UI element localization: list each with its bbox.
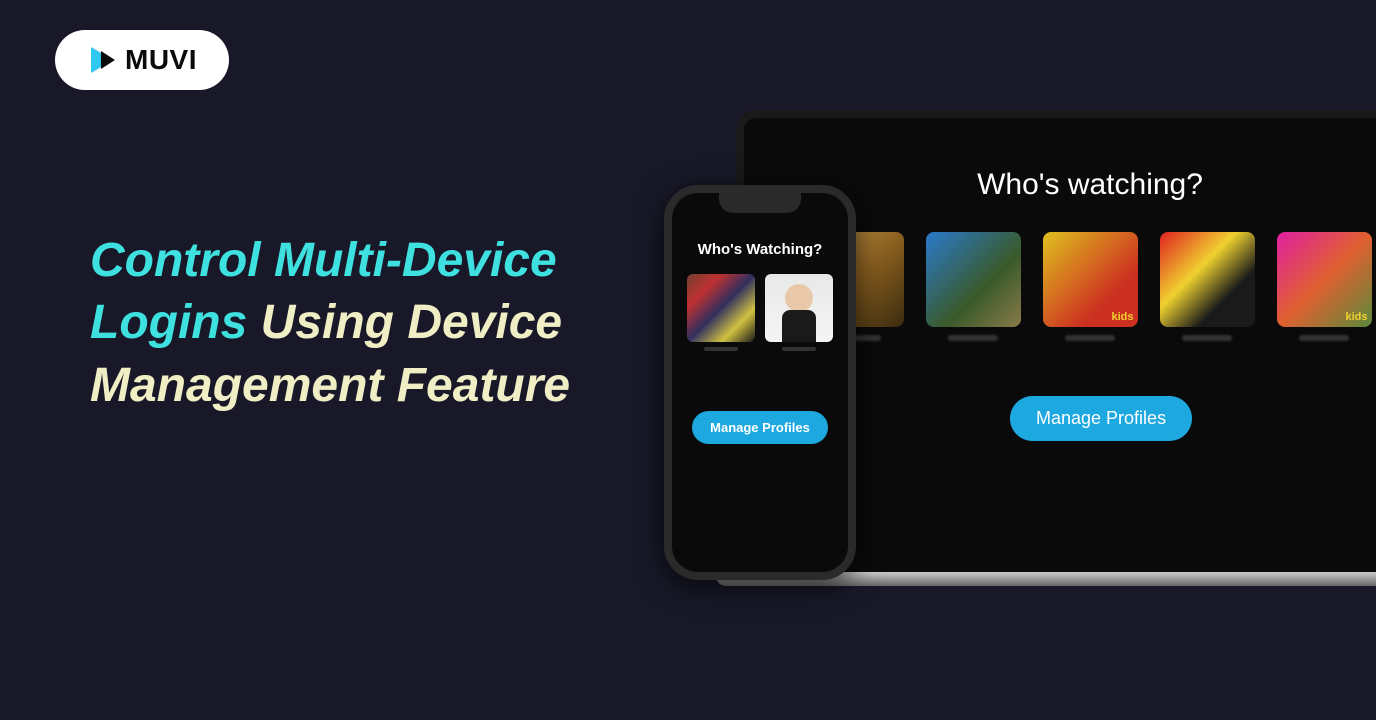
profile-name-placeholder	[1182, 335, 1232, 341]
profile-item[interactable]	[765, 274, 833, 351]
phone-screen: Who's Watching? Manage Profiles	[672, 193, 848, 460]
figure-head	[785, 284, 813, 312]
profile-avatar-characters	[687, 274, 755, 342]
profile-item[interactable]	[926, 232, 1021, 341]
profile-avatar-figure	[765, 274, 833, 342]
profile-avatar-mickey	[1160, 232, 1255, 327]
main-headline: Control Multi-Device Logins Using Device…	[90, 230, 570, 417]
phone-notch	[719, 193, 801, 213]
profile-item[interactable]: kids	[1277, 232, 1372, 341]
profile-avatar-butterfly: kids	[1277, 232, 1372, 327]
profile-item[interactable]	[687, 274, 755, 351]
laptop-profile-heading: Who's watching?	[824, 168, 1356, 202]
logo-text: MUVI	[125, 44, 197, 76]
phone-profiles-row	[688, 274, 832, 351]
profile-item[interactable]	[1160, 232, 1255, 341]
headline-part-2a: Logins	[90, 296, 247, 349]
profile-name-placeholder	[1065, 335, 1115, 341]
play-icon	[87, 45, 117, 75]
manage-profiles-button[interactable]: Manage Profiles	[692, 411, 828, 444]
headline-part-3: Management Feature	[90, 359, 570, 412]
phone-device: Who's Watching? Manage Profiles	[664, 185, 856, 580]
profile-name-placeholder	[704, 347, 738, 351]
profile-name-placeholder	[1299, 335, 1349, 341]
headline-part-1: Control Multi-Device	[90, 234, 557, 287]
profile-name-placeholder	[782, 347, 816, 351]
manage-profiles-button[interactable]: Manage Profiles	[1010, 396, 1192, 441]
brand-logo-pill: MUVI	[55, 30, 229, 90]
kids-badge: kids	[1345, 311, 1367, 323]
figure-body	[782, 310, 816, 342]
phone-profile-heading: Who's Watching?	[688, 241, 832, 258]
profile-avatar-turtle	[926, 232, 1021, 327]
kids-badge: kids	[1111, 311, 1133, 323]
headline-part-2b: Using Device	[261, 296, 562, 349]
profile-name-placeholder	[948, 335, 998, 341]
laptop-profiles-row: kids kids	[824, 232, 1356, 341]
profile-avatar-bug: kids	[1043, 232, 1138, 327]
profile-item[interactable]: kids	[1043, 232, 1138, 341]
